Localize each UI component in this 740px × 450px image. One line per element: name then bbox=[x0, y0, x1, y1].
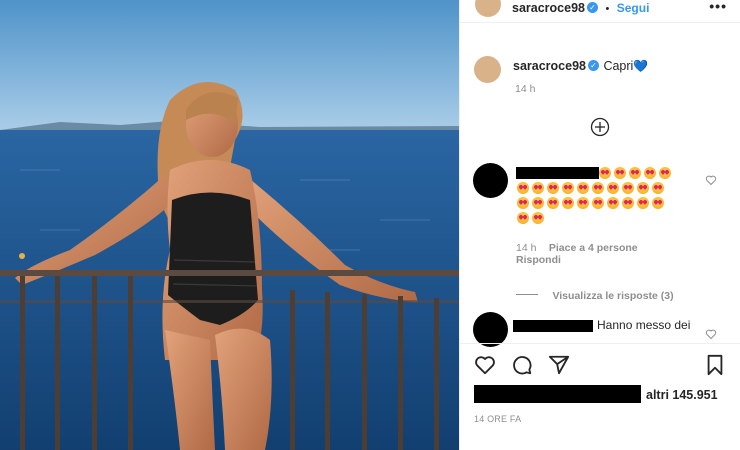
heart-eyes-emoji bbox=[562, 182, 574, 194]
post-image bbox=[0, 0, 459, 450]
heart-eyes-emoji bbox=[547, 197, 559, 209]
plus-circle-icon[interactable] bbox=[590, 117, 610, 137]
heart-eyes-emoji bbox=[599, 167, 611, 179]
comment-text: Hanno messo dei bbox=[597, 318, 691, 332]
heart-eyes-emoji bbox=[629, 167, 641, 179]
heart-eyes-emoji bbox=[577, 197, 589, 209]
heart-eyes-emoji bbox=[614, 167, 626, 179]
heart-eyes-emoji bbox=[517, 212, 529, 224]
header-user-row: saracroce98 ✓ • Segui bbox=[512, 0, 649, 17]
caption-avatar[interactable] bbox=[474, 56, 501, 83]
heart-eyes-emoji bbox=[547, 182, 559, 194]
comment-likes[interactable]: Piace a 4 persone bbox=[549, 242, 638, 254]
more-options-icon[interactable]: ••• bbox=[709, 0, 727, 14]
post-photo[interactable] bbox=[0, 0, 459, 450]
separator-dot: • bbox=[605, 3, 610, 15]
emoji-row bbox=[517, 181, 667, 195]
verified-icon: ✓ bbox=[586, 2, 598, 14]
caption: saracroce98 ✓ Capri💙 bbox=[513, 57, 648, 75]
heart-eyes-emoji bbox=[622, 197, 634, 209]
bookmark-icon[interactable] bbox=[705, 354, 725, 376]
heart-eyes-emoji bbox=[652, 197, 664, 209]
heart-eyes-emoji bbox=[637, 182, 649, 194]
emoji-row bbox=[599, 166, 674, 180]
caption-age: 14 h bbox=[515, 83, 536, 95]
view-replies-button[interactable]: Visualizza le risposte (3) bbox=[516, 286, 674, 304]
comment-like-icon[interactable] bbox=[705, 328, 717, 340]
heart-eyes-emoji bbox=[592, 197, 604, 209]
username-link[interactable]: saracroce98 bbox=[512, 1, 585, 15]
divider bbox=[460, 343, 740, 344]
heart-eyes-emoji bbox=[517, 197, 529, 209]
heart-eyes-emoji bbox=[652, 182, 664, 194]
replies-line bbox=[516, 294, 538, 296]
commenter-avatar[interactable] bbox=[473, 163, 508, 198]
heart-eyes-emoji bbox=[607, 197, 619, 209]
action-bar bbox=[460, 345, 740, 385]
post-header: saracroce98 ✓ • Segui ••• bbox=[460, 0, 740, 23]
heart-eyes-emoji bbox=[517, 182, 529, 194]
redacted-username bbox=[516, 167, 599, 179]
heart-eyes-emoji bbox=[562, 197, 574, 209]
caption-username[interactable]: saracroce98 bbox=[513, 59, 586, 73]
comment-age: 14 h bbox=[516, 242, 537, 254]
comment-icon[interactable] bbox=[511, 354, 533, 376]
heart-eyes-emoji bbox=[637, 197, 649, 209]
view-replies-label: Visualizza le risposte (3) bbox=[552, 290, 674, 302]
follow-button[interactable]: Segui bbox=[617, 1, 650, 15]
emoji-row bbox=[517, 211, 547, 225]
heart-icon[interactable] bbox=[474, 354, 496, 376]
blue-heart-emoji: 💙 bbox=[633, 59, 649, 73]
likes-count[interactable]: altri 145.951 bbox=[646, 388, 718, 402]
paper-plane-icon[interactable] bbox=[548, 354, 570, 376]
heart-eyes-emoji bbox=[532, 182, 544, 194]
reply-button[interactable]: Rispondi bbox=[516, 254, 561, 266]
heart-eyes-emoji bbox=[592, 182, 604, 194]
caption-text: Capri bbox=[603, 59, 634, 73]
heart-eyes-emoji bbox=[532, 197, 544, 209]
post-timestamp[interactable]: 14 ORE FA bbox=[474, 414, 521, 424]
heart-eyes-emoji bbox=[532, 212, 544, 224]
heart-eyes-emoji bbox=[644, 167, 656, 179]
verified-icon: ✓ bbox=[587, 60, 599, 72]
heart-eyes-emoji bbox=[607, 182, 619, 194]
emoji-row bbox=[517, 196, 667, 210]
redacted-likers bbox=[474, 385, 641, 403]
avatar[interactable] bbox=[475, 0, 501, 17]
comment-like-icon[interactable] bbox=[705, 174, 717, 186]
heart-eyes-emoji bbox=[659, 167, 671, 179]
post-sidebar: saracroce98 ✓ • Segui ••• saracroce98 ✓ Ca… bbox=[459, 0, 740, 450]
redacted-username bbox=[513, 320, 593, 332]
commenter-avatar[interactable] bbox=[473, 312, 508, 347]
heart-eyes-emoji bbox=[622, 182, 634, 194]
heart-eyes-emoji bbox=[577, 182, 589, 194]
